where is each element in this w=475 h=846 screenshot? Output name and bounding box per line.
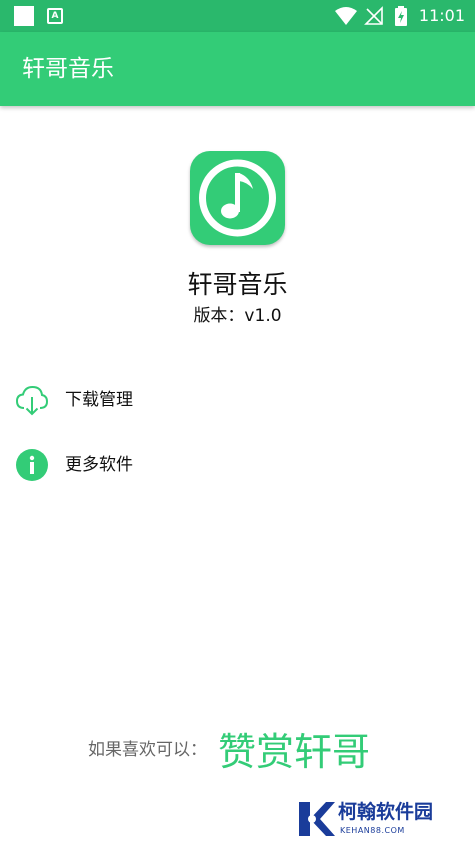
menu-item-download-manager[interactable]: 下载管理 [0, 372, 475, 428]
footer-prefix: 如果喜欢可以： [88, 740, 207, 760]
app-version: 版本：v1.0 [193, 306, 282, 326]
no-signal-icon [364, 6, 383, 25]
status-time: 11:01 [418, 6, 465, 25]
app-logo [190, 151, 285, 245]
watermark-name: 柯翰软件园 [338, 801, 434, 823]
menu-label-download-manager: 下载管理 [65, 390, 133, 410]
wifi-icon [335, 7, 357, 25]
menu-label-more-software: 更多软件 [65, 455, 133, 475]
info-icon [16, 449, 48, 481]
app-bar-title: 轩哥音乐 [22, 56, 114, 82]
donate-link[interactable]: 赞赏轩哥 [218, 728, 370, 776]
app-bar: 轩哥音乐 [0, 32, 475, 106]
app-name: 轩哥音乐 [187, 270, 288, 299]
notification-square-icon [14, 6, 34, 26]
watermark-logo-icon [299, 802, 335, 836]
cloud-download-icon [16, 385, 48, 416]
accessibility-a-icon: A [47, 8, 63, 24]
music-note-icon [199, 159, 276, 237]
watermark-domain: KEHAN88.COM [340, 826, 405, 835]
status-bar: A 11:01 [0, 0, 475, 32]
battery-charging-icon [395, 6, 407, 26]
watermark: 柯翰软件园 KEHAN88.COM [296, 796, 466, 842]
menu-item-more-software[interactable]: 更多软件 [0, 437, 475, 493]
